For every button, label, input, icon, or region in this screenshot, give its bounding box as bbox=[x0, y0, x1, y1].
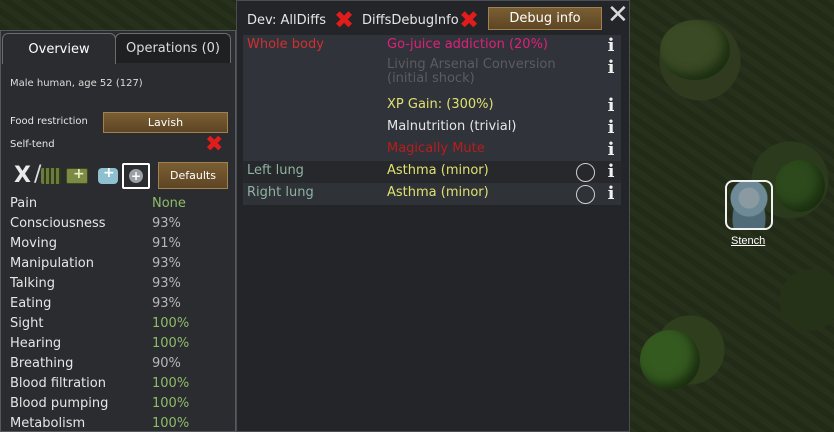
self-tend-toggle-icon[interactable]: ✖ bbox=[205, 134, 223, 156]
tend-circle-icon bbox=[576, 185, 595, 204]
capacity-row[interactable]: Pain None bbox=[10, 196, 230, 216]
capacity-row[interactable]: Blood filtration 100% bbox=[10, 376, 230, 396]
alldiffs-toggle-icon[interactable]: ✖ bbox=[334, 8, 354, 32]
capacity-row[interactable]: Metabolism 100% bbox=[10, 416, 230, 432]
capacity-name: Sight bbox=[10, 316, 44, 331]
whole-body-group: Whole body Go-juice addiction (20%) i Li… bbox=[243, 35, 621, 161]
info-icon[interactable]: i bbox=[605, 162, 617, 182]
capacity-row[interactable]: Manipulation 93% bbox=[10, 256, 230, 276]
hediff-row[interactable]: Magically Mute i bbox=[243, 139, 621, 161]
food-restriction-button[interactable]: Lavish bbox=[103, 112, 228, 133]
info-icon[interactable]: i bbox=[605, 96, 617, 116]
capacity-name: Talking bbox=[10, 276, 55, 291]
hediff-debug-panel: Dev: AllDiffs ✖ DiffsDebugInfo ✖ Debug i… bbox=[236, 0, 630, 432]
debug-header: Dev: AllDiffs ✖ DiffsDebugInfo ✖ Debug i… bbox=[237, 1, 631, 35]
self-tend-label: Self-tend bbox=[10, 139, 55, 150]
capacity-value: 93% bbox=[152, 256, 181, 271]
pawn-portrait[interactable] bbox=[725, 180, 773, 230]
tab-overview[interactable]: Overview bbox=[2, 33, 116, 64]
capacity-name: Metabolism bbox=[10, 416, 86, 431]
ultratech-medicine-icon[interactable] bbox=[98, 165, 118, 184]
defaults-button[interactable]: Defaults bbox=[158, 162, 228, 189]
capacity-value: 93% bbox=[152, 276, 181, 291]
capacity-value: 93% bbox=[152, 216, 181, 231]
hediff-label: Living Arsenal Conversion (initial shock… bbox=[387, 58, 556, 86]
hediff-label: Asthma (minor) bbox=[387, 185, 489, 200]
pawn-name-label[interactable]: Stench bbox=[731, 235, 765, 247]
hediff-label-line2: (initial shock) bbox=[387, 71, 475, 86]
capacity-row[interactable]: Eating 93% bbox=[10, 296, 230, 316]
capacity-name: Hearing bbox=[10, 336, 62, 351]
capacity-value: 100% bbox=[152, 396, 190, 411]
capacity-value: 90% bbox=[152, 356, 181, 371]
info-icon[interactable]: i bbox=[605, 58, 617, 78]
no-care-icon[interactable]: X bbox=[14, 163, 31, 188]
hediff-label: Malnutrition (trivial) bbox=[387, 119, 517, 134]
capacity-value: 100% bbox=[152, 416, 190, 431]
capacity-value: None bbox=[152, 196, 186, 211]
capacity-value: 100% bbox=[152, 376, 190, 391]
capacity-name: Breathing bbox=[10, 356, 74, 371]
hediff-row-left-lung[interactable]: Left lung Asthma (minor) i bbox=[243, 161, 621, 183]
hediff-label: Asthma (minor) bbox=[387, 163, 489, 178]
herbal-medicine-icon[interactable] bbox=[41, 168, 61, 184]
body-part-label: Left lung bbox=[247, 163, 304, 178]
hediff-row-right-lung[interactable]: Right lung Asthma (minor) i bbox=[243, 183, 621, 205]
capacity-name: Pain bbox=[10, 196, 38, 211]
hediff-label: XP Gain: (300%) bbox=[387, 97, 494, 112]
capacity-row[interactable]: Blood pumping 100% bbox=[10, 396, 230, 416]
body-part-label: Whole body bbox=[247, 37, 324, 52]
dev-alldiffs-label: Dev: AllDiffs bbox=[247, 13, 326, 28]
tree bbox=[660, 20, 730, 80]
capacities-list: Pain None Consciousness 93% Moving 91% Manipul… bbox=[10, 196, 230, 432]
tree bbox=[640, 330, 700, 390]
hediff-label-line1: Living Arsenal Conversion bbox=[387, 57, 556, 72]
capacity-value: 91% bbox=[152, 236, 181, 251]
capacity-name: Blood pumping bbox=[10, 396, 109, 411]
capacity-name: Consciousness bbox=[10, 216, 106, 231]
hediff-row[interactable]: Living Arsenal Conversion (initial shock… bbox=[243, 57, 621, 95]
capacity-row[interactable]: Breathing 90% bbox=[10, 356, 230, 376]
hediff-label: Go-juice addiction (20%) bbox=[387, 37, 549, 52]
health-panel: Overview Operations (0) Male human, age … bbox=[0, 30, 236, 432]
info-icon[interactable]: i bbox=[605, 118, 617, 138]
hediff-label: Magically Mute bbox=[387, 141, 485, 156]
hediff-row[interactable]: Malnutrition (trivial) i bbox=[243, 117, 621, 139]
pawn-description: Male human, age 52 (127) bbox=[10, 78, 143, 89]
hediff-table: Whole body Go-juice addiction (20%) i Li… bbox=[243, 35, 621, 205]
hediff-row[interactable]: Whole body Go-juice addiction (20%) i bbox=[243, 35, 621, 57]
info-icon[interactable]: i bbox=[605, 140, 617, 160]
diffsdebuginfo-label: DiffsDebugInfo bbox=[362, 13, 459, 28]
industrial-medicine-icon[interactable] bbox=[66, 166, 88, 184]
health-tabs: Overview Operations (0) bbox=[1, 31, 237, 64]
capacity-row[interactable]: Moving 91% bbox=[10, 236, 230, 256]
food-restriction-label: Food restriction bbox=[10, 116, 88, 127]
close-icon[interactable]: ✕ bbox=[607, 2, 629, 28]
capacity-name: Blood filtration bbox=[10, 376, 106, 391]
hediff-row[interactable]: XP Gain: (300%) i bbox=[243, 95, 621, 117]
capacity-row[interactable]: Sight 100% bbox=[10, 316, 230, 336]
info-icon[interactable]: i bbox=[605, 36, 617, 56]
capacity-row[interactable]: Consciousness 93% bbox=[10, 216, 230, 236]
capacity-row[interactable]: Hearing 100% bbox=[10, 336, 230, 356]
body-part-label: Right lung bbox=[247, 185, 314, 200]
capacity-name: Eating bbox=[10, 296, 52, 311]
capacity-value: 100% bbox=[152, 336, 190, 351]
capacity-row[interactable]: Talking 93% bbox=[10, 276, 230, 296]
info-icon[interactable]: i bbox=[605, 184, 617, 204]
glitterworld-medicine-icon[interactable]: + bbox=[122, 163, 150, 189]
tab-operations[interactable]: Operations (0) bbox=[115, 33, 231, 63]
capacity-value: 100% bbox=[152, 316, 190, 331]
diffsdebuginfo-toggle-icon[interactable]: ✖ bbox=[459, 8, 479, 32]
capacity-name: Manipulation bbox=[10, 256, 95, 271]
debug-info-button[interactable]: Debug info bbox=[488, 7, 602, 30]
tree bbox=[775, 160, 825, 212]
capacity-value: 93% bbox=[152, 296, 181, 311]
tend-circle-icon bbox=[576, 163, 595, 182]
capacity-name: Moving bbox=[10, 236, 57, 251]
